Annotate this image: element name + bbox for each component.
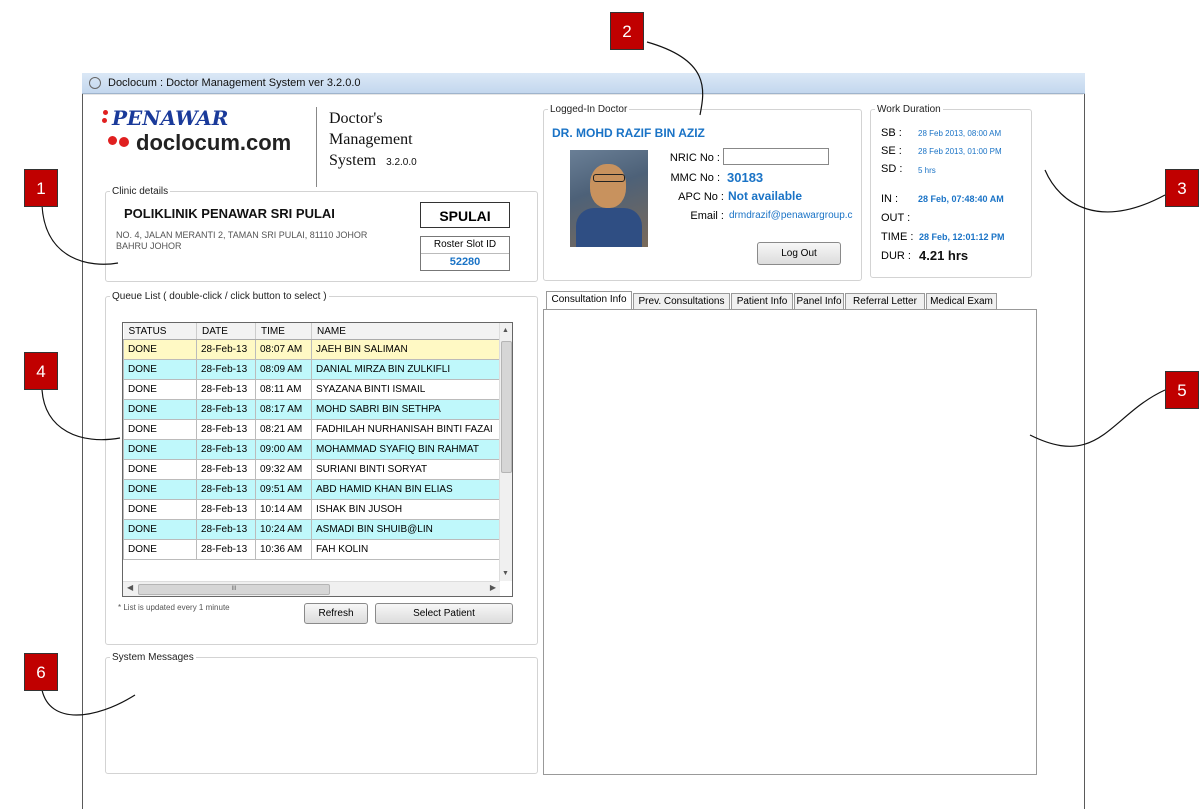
callout-line-3 — [1044, 169, 1166, 213]
callout-1: 1 — [24, 169, 58, 207]
callout-2: 2 — [610, 12, 644, 50]
callout-3: 3 — [1165, 169, 1199, 207]
callout-line-2 — [646, 41, 704, 116]
callout-line-1 — [41, 204, 119, 265]
callout-4: 4 — [24, 352, 58, 390]
callout-6: 6 — [24, 653, 58, 691]
callout-line-6 — [41, 689, 136, 716]
callout-5: 5 — [1165, 371, 1199, 409]
callout-lines — [41, 41, 1166, 716]
callout-line-5 — [1029, 389, 1166, 447]
callout-line-4 — [41, 389, 121, 441]
